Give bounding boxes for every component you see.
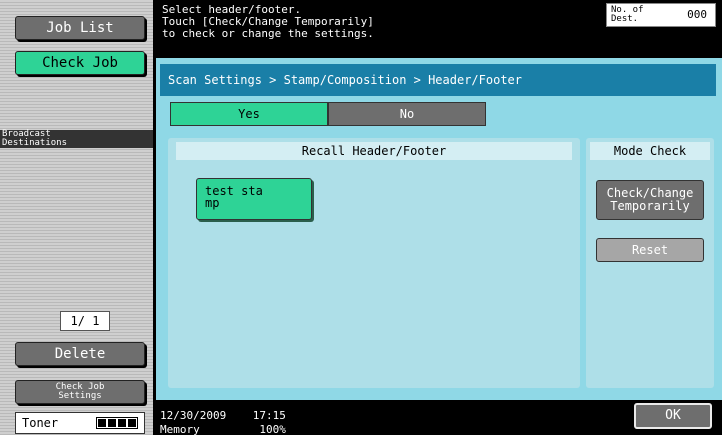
no-button[interactable]: No <box>328 102 486 126</box>
toner-level-icon <box>96 417 138 429</box>
counter-label: No. of Dest. <box>611 5 644 24</box>
message-line-3: to check or change the settings. <box>162 27 374 40</box>
main-panel: Scan Settings > Stamp/Composition > Head… <box>156 58 722 400</box>
breadcrumb: Scan Settings > Stamp/Composition > Head… <box>160 64 716 96</box>
mode-check-panel: Mode Check Check/Change Temporarily Rese… <box>586 138 714 388</box>
left-panel: Job List Check Job Broadcast Destination… <box>0 0 153 435</box>
mode-check-title: Mode Check <box>590 142 710 160</box>
recall-header-footer-panel: Recall Header/Footer test sta mp <box>168 138 580 388</box>
toner-indicator: Toner <box>15 412 145 434</box>
destination-counter: No. of Dest. 000 <box>606 3 716 27</box>
ok-button[interactable]: OK <box>634 403 712 429</box>
instruction-message: Select header/footer. Touch [Check/Chang… <box>156 0 722 58</box>
check-change-temporarily-button[interactable]: Check/Change Temporarily <box>596 180 704 220</box>
page-indicator: 1/ 1 <box>60 311 110 331</box>
check-job-settings-button[interactable]: Check Job Settings <box>15 380 145 404</box>
check-job-button[interactable]: Check Job <box>15 51 145 75</box>
broadcast-destinations-label: Broadcast Destinations <box>0 130 153 148</box>
recall-title: Recall Header/Footer <box>176 142 572 160</box>
status-bar: 12/30/2009 17:15 Memory 100% OK <box>156 400 722 435</box>
memory-status: Memory 100% <box>160 423 286 435</box>
counter-value: 000 <box>687 8 707 21</box>
toner-label: Toner <box>22 416 59 430</box>
delete-button[interactable]: Delete <box>15 342 145 366</box>
header-footer-slot-button[interactable]: test sta mp <box>196 178 312 220</box>
broadcast-destinations-text: Broadcast Destinations <box>2 129 68 148</box>
date-time: 12/30/2009 17:15 <box>160 409 286 422</box>
reset-button[interactable]: Reset <box>596 238 704 262</box>
yes-button[interactable]: Yes <box>170 102 328 126</box>
job-list-button[interactable]: Job List <box>15 16 145 40</box>
